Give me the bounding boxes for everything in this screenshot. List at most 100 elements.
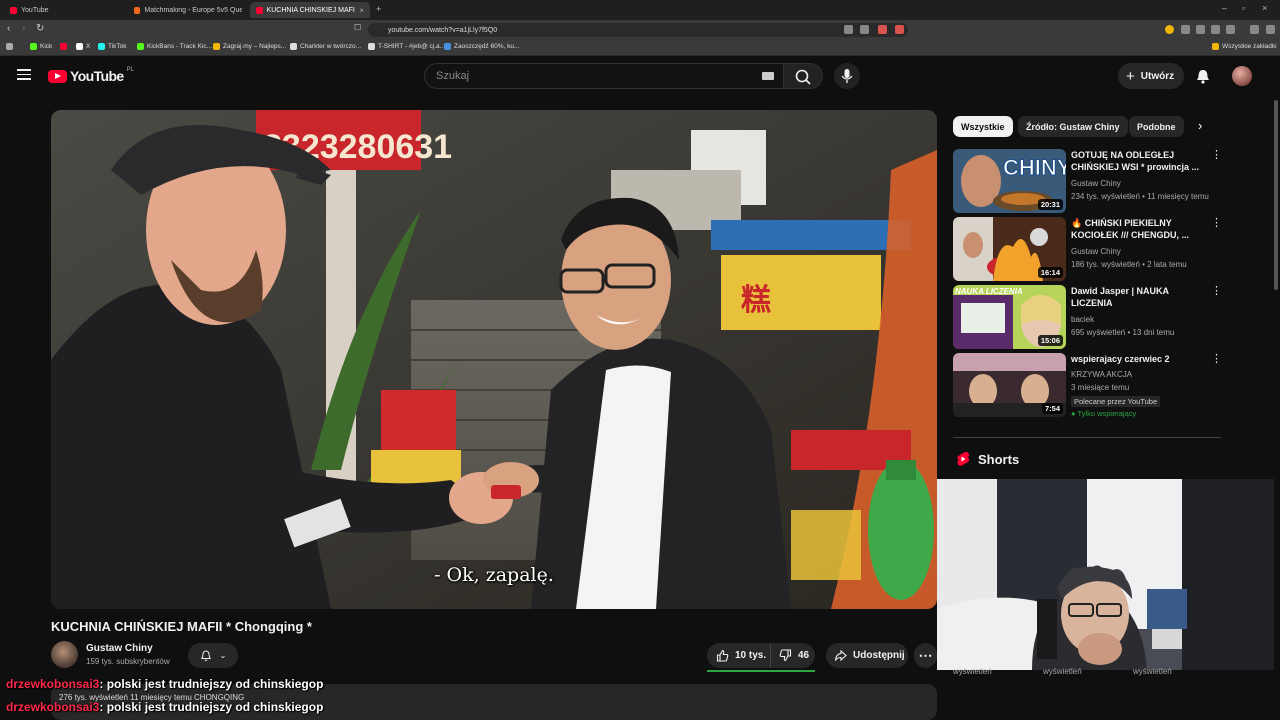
bookmark-icon[interactable]: ☐ [354, 23, 361, 32]
browser-toolbar: ‹ › ↻ ☐ youtube.com/watch?v=a1jLly7f5Q0 [0, 20, 1280, 40]
extensions-puzzle-icon[interactable] [1211, 25, 1220, 34]
more-actions-button[interactable]: ⋯ [914, 643, 937, 668]
thumbs-down-icon [779, 649, 792, 662]
voice-search-button[interactable] [834, 63, 860, 89]
chip-all[interactable]: Wszystkie [953, 116, 1013, 137]
chip-related[interactable]: Podobne [1129, 116, 1184, 137]
page-scrollbar[interactable] [1274, 100, 1278, 290]
close-window-icon[interactable]: × [1262, 3, 1267, 13]
youtube-logo[interactable]: YouTube PL [48, 67, 134, 84]
tiktok-icon [98, 43, 105, 50]
tab-title: KUCHNIA CHIŃSKIEJ MAFII * [266, 6, 356, 14]
video-thumbnail: NAUKA LICZENIA 15:06 [953, 285, 1066, 349]
bookmark-item[interactable]: X [76, 43, 90, 50]
forward-icon[interactable]: › [22, 23, 25, 34]
folder-icon [1212, 43, 1219, 50]
all-bookmarks-folder[interactable]: Wszystkie zakładki [1212, 43, 1277, 50]
extension-icon[interactable] [1165, 25, 1174, 34]
like-ratio-bar [707, 670, 815, 672]
cast-icon[interactable] [844, 25, 853, 34]
video-thumbnail: 16:14 [953, 217, 1066, 281]
chevron-right-icon[interactable]: › [1198, 118, 1202, 133]
plus-icon: + [1126, 67, 1135, 85]
chip-source[interactable]: Źródło: Gustaw Chiny [1018, 116, 1128, 137]
zoom-icon[interactable] [860, 25, 869, 34]
microphone-icon [841, 69, 853, 83]
bell-icon [200, 649, 211, 661]
new-tab-button[interactable]: + [376, 4, 381, 14]
youtube-play-icon [48, 69, 67, 83]
menu-icon[interactable] [1266, 25, 1275, 34]
shorts-icon [957, 451, 970, 466]
bookmark-item[interactable]: Zagraj.my – Najleps... [213, 43, 286, 50]
recommended-channel[interactable]: baciek [1071, 315, 1094, 324]
recommended-video[interactable]: 16:14 🔥 CHIŃSKI PIEKIELNY KOCIOŁEK /// C… [953, 217, 1223, 281]
media-icon[interactable] [1250, 25, 1259, 34]
maximize-icon[interactable]: ▫ [1242, 3, 1245, 13]
adblock-icon[interactable] [878, 25, 887, 34]
extension-icon[interactable] [895, 25, 904, 34]
notifications-bell-icon[interactable] [1194, 67, 1212, 85]
back-icon[interactable]: ‹ [7, 23, 10, 34]
reload-icon[interactable]: ↻ [36, 23, 44, 34]
apps-icon[interactable] [6, 43, 13, 50]
bookmark-item[interactable]: KickBans - Track Kic... [137, 43, 212, 50]
browser-tab-strip: YouTube Matchmaking - Europe 5v5 Queue K… [0, 0, 1280, 20]
video-duration: 16:14 [1037, 267, 1063, 278]
recommended-badge: Polecane przez YouTube [1071, 396, 1161, 407]
recommended-channel[interactable]: Gustaw Chiny [1071, 247, 1121, 256]
search-button[interactable] [783, 63, 823, 89]
channel-name[interactable]: Gustaw Chiny [86, 643, 153, 654]
bookmark-item[interactable]: Zaoszczędź 60%, ku... [444, 43, 519, 50]
user-avatar[interactable] [1232, 66, 1252, 86]
browser-tab[interactable]: YouTube [4, 2, 124, 18]
recommended-channel[interactable]: KRZYWA AKCJA [1071, 370, 1132, 379]
recommended-video[interactable]: NAUKA LICZENIA 15:06 Dawid Jasper | NAUK… [953, 285, 1223, 349]
search-placeholder: Szukaj [436, 70, 470, 82]
more-vertical-icon[interactable]: ⋮ [1211, 286, 1222, 297]
browser-tab[interactable]: Matchmaking - Europe 5v5 Queue [128, 2, 248, 18]
bookmark-item[interactable]: T-SHIRT - #jeb@ cj.a... [368, 43, 445, 50]
bookmark-item[interactable]: TikTok [98, 43, 127, 50]
channel-avatar[interactable] [51, 641, 78, 668]
address-bar[interactable]: youtube.com/watch?v=a1jLly7f5Q0 [368, 23, 908, 37]
recommended-video[interactable]: 7:54 wspierajacy czerwiec 2 KRZYWA AKCJA… [953, 353, 1223, 423]
chevron-down-icon: ⌄ [219, 651, 227, 660]
subscribed-notifications-button[interactable]: ⌄ [188, 643, 238, 668]
youtube-favicon-icon [10, 6, 17, 14]
browser-tab-active[interactable]: KUCHNIA CHIŃSKIEJ MAFII * × [250, 2, 370, 18]
dislike-button[interactable]: 46 [771, 649, 809, 662]
youtube-favicon-icon [256, 6, 263, 14]
sidepanel-icon[interactable] [1226, 25, 1235, 34]
bookmark-item[interactable]: Charkter w twórczo... [290, 43, 361, 50]
recommended-meta: 234 tys. wyświetleń • 11 miesięcy temu [1071, 192, 1209, 201]
create-button[interactable]: + Utwórz [1118, 63, 1184, 89]
recommended-meta: 695 wyświetleń • 13 dni temu [1071, 328, 1175, 337]
bookmark-item[interactable]: Kick [30, 43, 52, 50]
svg-text:NAUKA LICZENIA: NAUKA LICZENIA [955, 287, 1023, 296]
shorts-section-header: Shorts [956, 451, 1019, 467]
hamburger-menu-icon[interactable] [17, 69, 31, 80]
like-count: 10 tys. [735, 650, 767, 661]
video-player[interactable]: 8323280631 糕 - Ok, zapalę. [51, 110, 937, 609]
thumbs-up-icon [716, 649, 729, 662]
extension-icon[interactable] [1196, 25, 1205, 34]
close-tab-icon[interactable]: × [359, 6, 364, 15]
sidebar-divider [953, 437, 1221, 438]
recommended-video[interactable]: CHINY 20:31 GOTUJĘ NA ODLEGŁEJ CHIŃSKIEJ… [953, 149, 1223, 213]
share-label: Udostępnij [853, 650, 905, 661]
extension-icon[interactable] [1181, 25, 1190, 34]
recommended-meta: 186 tys. wyświetleń • 2 lata temu [1071, 260, 1187, 269]
recommended-channel[interactable]: Gustaw Chiny [1071, 179, 1121, 188]
minimize-icon[interactable]: – [1222, 3, 1227, 13]
more-vertical-icon[interactable]: ⋮ [1211, 354, 1222, 365]
keyboard-icon[interactable] [762, 72, 774, 80]
more-vertical-icon[interactable]: ⋮ [1211, 218, 1222, 229]
bookmark-item[interactable] [60, 43, 67, 50]
more-vertical-icon[interactable]: ⋮ [1211, 150, 1222, 161]
search-input[interactable]: Szukaj [424, 63, 784, 89]
share-button[interactable]: Udostępnij [826, 643, 908, 668]
like-button[interactable]: 10 tys. [707, 643, 771, 668]
webcam-image [937, 479, 1274, 670]
more-horizontal-icon: ⋯ [918, 647, 933, 663]
